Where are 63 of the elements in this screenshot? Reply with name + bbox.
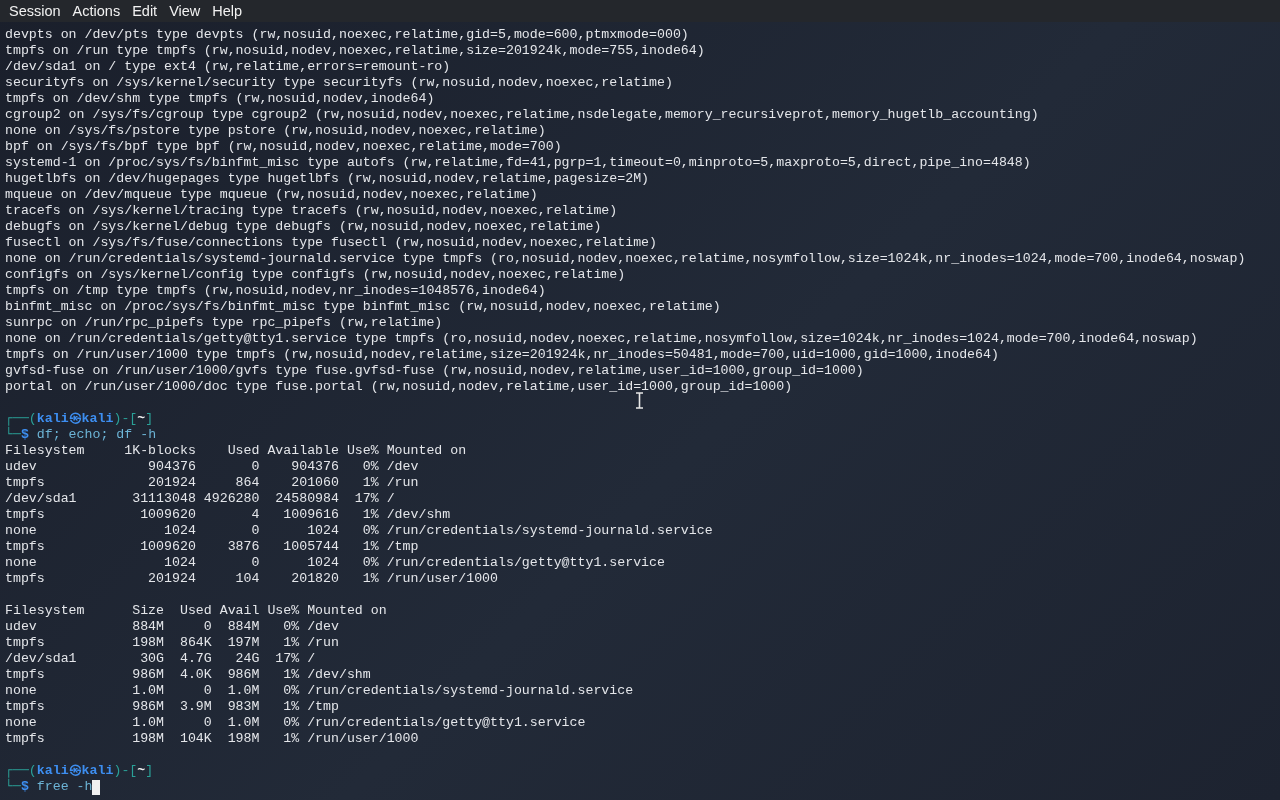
prompt-bracket: ] bbox=[145, 763, 154, 779]
output-line: none on /run/credentials/getty@tty1.service type tmpfs (ro,nosuid,nodev,noexec,relatime,nosymfollow,size=1024k,nr_inodes=1024,mode=700,inode64,noswap) bbox=[5, 331, 1198, 347]
output-line: tracefs on /sys/kernel/tracing type tracefs (rw,nosuid,nodev,noexec,relatime) bbox=[5, 203, 618, 219]
prompt-symbol: $ bbox=[20, 779, 29, 795]
output-line: none on /sys/fs/pstore type pstore (rw,nosuid,nodev,noexec,relatime) bbox=[5, 123, 546, 139]
output-line: tmpfs 201924 864 201060 1% /run bbox=[5, 475, 419, 491]
menu-item[interactable]: Help bbox=[207, 1, 248, 21]
prompt-bracket: )-[ bbox=[113, 763, 138, 779]
command-text: free -h bbox=[36, 779, 93, 795]
command-text: df; echo; df -h bbox=[36, 427, 157, 443]
output-line: /dev/sda1 31113048 4926280 24580984 17% / bbox=[5, 491, 395, 507]
output-line: tmpfs 986M 3.9M 983M 1% /tmp bbox=[5, 699, 339, 715]
prompt-bracket: )-[ bbox=[113, 411, 138, 427]
output-line: portal on /run/user/1000/doc type fuse.portal (rw,nosuid,nodev,relatime,user_id=1000,group_id=1000) bbox=[5, 379, 793, 395]
prompt-user-host: kali㉿kali bbox=[36, 411, 114, 427]
output-line: none on /run/credentials/systemd-journald.service type tmpfs (ro,nosuid,nodev,noexec,relatime,nosymfollow,size=1024k,nr_inodes=1024,mode=700,inode64,noswap) bbox=[5, 251, 1246, 267]
output-line: cgroup2 on /sys/fs/cgroup type cgroup2 (rw,nosuid,nodev,noexec,relatime,nsdelegate,memory_recursiveprot,memory_hugetlb_accounting) bbox=[5, 107, 1039, 123]
output-line: tmpfs 198M 104K 198M 1% /run/user/1000 bbox=[5, 731, 419, 747]
output-line: bpf on /sys/fs/bpf type bpf (rw,nosuid,nodev,noexec,relatime,mode=700) bbox=[5, 139, 562, 155]
output-line: securityfs on /sys/kernel/security type securityfs (rw,nosuid,nodev,noexec,relatime) bbox=[5, 75, 673, 91]
output-line: udev 884M 0 884M 0% /dev bbox=[5, 619, 339, 635]
output-line: tmpfs 986M 4.0K 986M 1% /dev/shm bbox=[5, 667, 371, 683]
menu-item[interactable]: Edit bbox=[127, 1, 163, 21]
output-line: none 1024 0 1024 0% /run/credentials/getty@tty1.service bbox=[5, 555, 665, 571]
output-line: tmpfs on /run/user/1000 type tmpfs (rw,nosuid,nodev,relatime,size=201924k,nr_inodes=50481,mode=700,uid=1000,gid=1000,inode64) bbox=[5, 347, 999, 363]
output-line: none 1024 0 1024 0% /run/credentials/systemd-journald.service bbox=[5, 523, 713, 539]
prompt-bracket: ┌──( bbox=[5, 411, 37, 427]
output-line: tmpfs 1009620 4 1009616 1% /dev/shm bbox=[5, 507, 451, 523]
output-line: /dev/sda1 30G 4.7G 24G 17% / bbox=[5, 651, 316, 667]
output-line: gvfsd-fuse on /run/user/1000/gvfs type fuse.gvfsd-fuse (rw,nosuid,nodev,relatime,user_id=1000,group_id=1000) bbox=[5, 363, 864, 379]
menu-item[interactable]: Actions bbox=[67, 1, 126, 21]
output-line: none 1.0M 0 1.0M 0% /run/credentials/systemd-journald.service bbox=[5, 683, 634, 699]
output-line: /dev/sda1 on / type ext4 (rw,relatime,errors=remount-ro) bbox=[5, 59, 451, 75]
output-line: binfmt_misc on /proc/sys/fs/binfmt_misc type binfmt_misc (rw,nosuid,nodev,noexec,relatime) bbox=[5, 299, 721, 315]
output-line: none 1.0M 0 1.0M 0% /run/credentials/getty@tty1.service bbox=[5, 715, 586, 731]
output-line: systemd-1 on /proc/sys/fs/binfmt_misc type autofs (rw,relatime,fd=41,pgrp=1,timeout=0,minproto=5,maxproto=5,direct,pipe_ino=4848) bbox=[5, 155, 1031, 171]
output-line: Filesystem 1K-blocks Used Available Use% Mounted on bbox=[5, 443, 467, 459]
output-line: tmpfs 198M 864K 197M 1% /run bbox=[5, 635, 339, 651]
output-line: sunrpc on /run/rpc_pipefs type rpc_pipefs (rw,relatime) bbox=[5, 315, 443, 331]
output-line: tmpfs on /dev/shm type tmpfs (rw,nosuid,nodev,inode64) bbox=[5, 91, 435, 107]
output-line: tmpfs on /run type tmpfs (rw,nosuid,nodev,noexec,relatime,size=201924k,mode=755,inode64) bbox=[5, 43, 705, 59]
output-line: tmpfs 1009620 3876 1005744 1% /tmp bbox=[5, 539, 419, 555]
output-line: tmpfs 201924 104 201820 1% /run/user/1000 bbox=[5, 571, 498, 587]
output-line: tmpfs on /tmp type tmpfs (rw,nosuid,nodev,nr_inodes=1048576,inode64) bbox=[5, 283, 546, 299]
prompt-bracket: ] bbox=[145, 411, 154, 427]
output-line: fusectl on /sys/fs/fuse/connections type fusectl (rw,nosuid,nodev,noexec,relatime) bbox=[5, 235, 657, 251]
output-line: udev 904376 0 904376 0% /dev bbox=[5, 459, 419, 475]
prompt-user-host: kali㉿kali bbox=[36, 763, 114, 779]
prompt-corner: └─ bbox=[5, 779, 21, 795]
output-line: mqueue on /dev/mqueue type mqueue (rw,nosuid,nodev,noexec,relatime) bbox=[5, 187, 538, 203]
text-cursor-icon bbox=[634, 392, 645, 409]
prompt-symbol: $ bbox=[20, 427, 29, 443]
prompt-directory: ~ bbox=[137, 763, 146, 779]
menu-item[interactable]: View bbox=[164, 1, 206, 21]
output-line: debugfs on /sys/kernel/debug type debugfs (rw,nosuid,nodev,noexec,relatime) bbox=[5, 219, 602, 235]
output-line: Filesystem Size Used Avail Use% Mounted on bbox=[5, 603, 387, 619]
prompt-directory: ~ bbox=[137, 411, 146, 427]
prompt-corner: └─ bbox=[5, 427, 21, 443]
output-line: configfs on /sys/kernel/config type configfs (rw,nosuid,nodev,noexec,relatime) bbox=[5, 267, 626, 283]
output-line: hugetlbfs on /dev/hugepages type hugetlbfs (rw,nosuid,nodev,relatime,pagesize=2M) bbox=[5, 171, 650, 187]
output-line: devpts on /dev/pts type devpts (rw,nosuid,noexec,relatime,gid=5,mode=600,ptmxmode=000) bbox=[5, 27, 689, 43]
prompt-bracket: ┌──( bbox=[5, 763, 37, 779]
menu-item[interactable]: Session bbox=[4, 1, 66, 21]
